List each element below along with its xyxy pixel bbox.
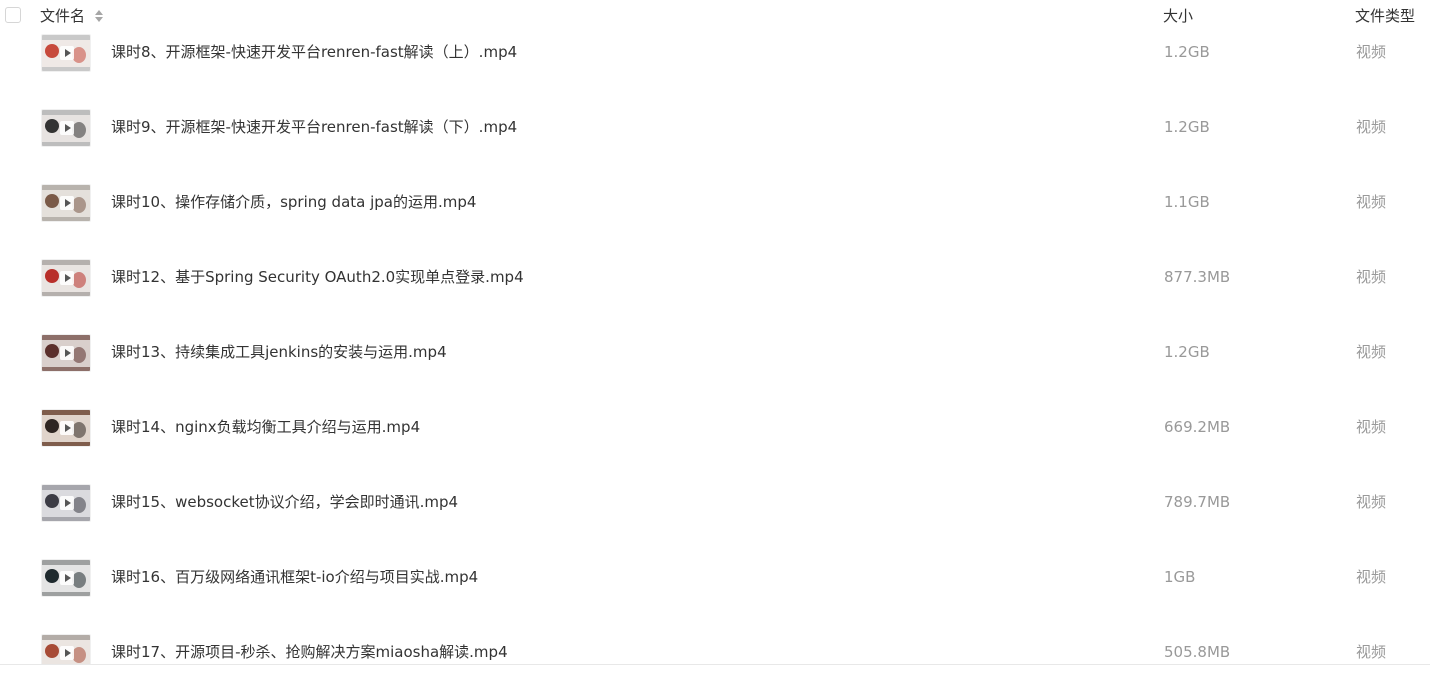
video-thumbnail-icon[interactable] bbox=[42, 335, 90, 371]
file-size: 1.2GB bbox=[1164, 118, 1210, 136]
file-name[interactable]: 课时8、开源框架-快速开发平台renren-fast解读（上）.mp4 bbox=[111, 42, 517, 62]
file-size: 505.8MB bbox=[1164, 643, 1231, 661]
play-icon bbox=[60, 646, 74, 660]
play-icon bbox=[60, 571, 74, 585]
video-thumbnail-icon[interactable] bbox=[42, 410, 90, 446]
file-name[interactable]: 课时9、开源框架-快速开发平台renren-fast解读（下）.mp4 bbox=[111, 117, 517, 137]
file-size: 877.3MB bbox=[1164, 268, 1231, 286]
column-header-type[interactable]: 文件类型 bbox=[1355, 6, 1415, 26]
file-row[interactable]: 课时15、websocket协议介绍，学会即时通讯.mp4 789.7MB 视频 bbox=[0, 465, 1430, 540]
file-row[interactable]: 课时17、开源项目-秒杀、抢购解决方案miaosha解读.mp4 505.8MB 视… bbox=[0, 615, 1430, 664]
file-name[interactable]: 课时13、持续集成工具jenkins的安装与运用.mp4 bbox=[111, 342, 447, 362]
file-name[interactable]: 课时16、百万级网络通讯框架t-io介绍与项目实战.mp4 bbox=[111, 567, 478, 587]
file-size: 1.1GB bbox=[1164, 193, 1210, 211]
file-type: 视频 bbox=[1356, 118, 1387, 136]
play-icon bbox=[60, 196, 74, 210]
play-icon bbox=[60, 121, 74, 135]
sort-icon[interactable] bbox=[94, 8, 104, 24]
file-type: 视频 bbox=[1356, 268, 1387, 286]
file-size: 789.7MB bbox=[1164, 493, 1231, 511]
file-name[interactable]: 课时17、开源项目-秒杀、抢购解决方案miaosha解读.mp4 bbox=[111, 642, 508, 662]
video-thumbnail-icon[interactable] bbox=[42, 260, 90, 296]
file-type: 视频 bbox=[1356, 493, 1387, 511]
column-header-name[interactable]: 文件名 bbox=[40, 6, 85, 26]
video-thumbnail-icon[interactable] bbox=[42, 185, 90, 221]
file-type: 视频 bbox=[1356, 418, 1387, 436]
file-type: 视频 bbox=[1356, 193, 1387, 211]
video-thumbnail-icon[interactable] bbox=[42, 110, 90, 146]
list-bottom-divider bbox=[0, 664, 1430, 665]
file-size: 1GB bbox=[1164, 568, 1196, 586]
play-icon bbox=[60, 496, 74, 510]
file-name[interactable]: 课时15、websocket协议介绍，学会即时通讯.mp4 bbox=[111, 492, 458, 512]
play-icon bbox=[60, 46, 74, 60]
file-name[interactable]: 课时12、基于Spring Security OAuth2.0实现单点登录.mp… bbox=[111, 267, 524, 287]
file-type: 视频 bbox=[1356, 568, 1387, 586]
file-name[interactable]: 课时14、nginx负载均衡工具介绍与运用.mp4 bbox=[111, 417, 420, 437]
play-icon bbox=[60, 346, 74, 360]
play-icon bbox=[60, 421, 74, 435]
file-size: 1.2GB bbox=[1164, 43, 1210, 61]
file-row[interactable]: 课时13、持续集成工具jenkins的安装与运用.mp4 1.2GB 视频 bbox=[0, 315, 1430, 390]
file-size: 1.2GB bbox=[1164, 343, 1210, 361]
file-row[interactable]: 课时9、开源框架-快速开发平台renren-fast解读（下）.mp4 1.2GB… bbox=[0, 90, 1430, 165]
file-type: 视频 bbox=[1356, 643, 1387, 661]
file-row[interactable]: 课时14、nginx负载均衡工具介绍与运用.mp4 669.2MB 视频 bbox=[0, 390, 1430, 465]
column-header-size[interactable]: 大小 bbox=[1163, 6, 1193, 26]
file-row[interactable]: 课时12、基于Spring Security OAuth2.0实现单点登录.mp… bbox=[0, 240, 1430, 315]
file-row[interactable]: 课时10、操作存储介质，spring data jpa的运用.mp4 1.1GB 视… bbox=[0, 165, 1430, 240]
file-type: 视频 bbox=[1356, 43, 1387, 61]
file-size: 669.2MB bbox=[1164, 418, 1231, 436]
list-header: 文件名 大小 文件类型 bbox=[0, 0, 1430, 32]
video-thumbnail-icon[interactable] bbox=[42, 35, 90, 71]
file-type: 视频 bbox=[1356, 343, 1387, 361]
file-name[interactable]: 课时10、操作存储介质，spring data jpa的运用.mp4 bbox=[111, 192, 476, 212]
video-thumbnail-icon[interactable] bbox=[42, 485, 90, 521]
file-list: 课时8、开源框架-快速开发平台renren-fast解读（上）.mp4 1.2GB… bbox=[0, 0, 1430, 664]
video-thumbnail-icon[interactable] bbox=[42, 635, 90, 664]
play-icon bbox=[60, 271, 74, 285]
video-thumbnail-icon[interactable] bbox=[42, 560, 90, 596]
select-all-checkbox[interactable] bbox=[5, 7, 21, 23]
file-row[interactable]: 课时16、百万级网络通讯框架t-io介绍与项目实战.mp4 1GB 视频 bbox=[0, 540, 1430, 615]
